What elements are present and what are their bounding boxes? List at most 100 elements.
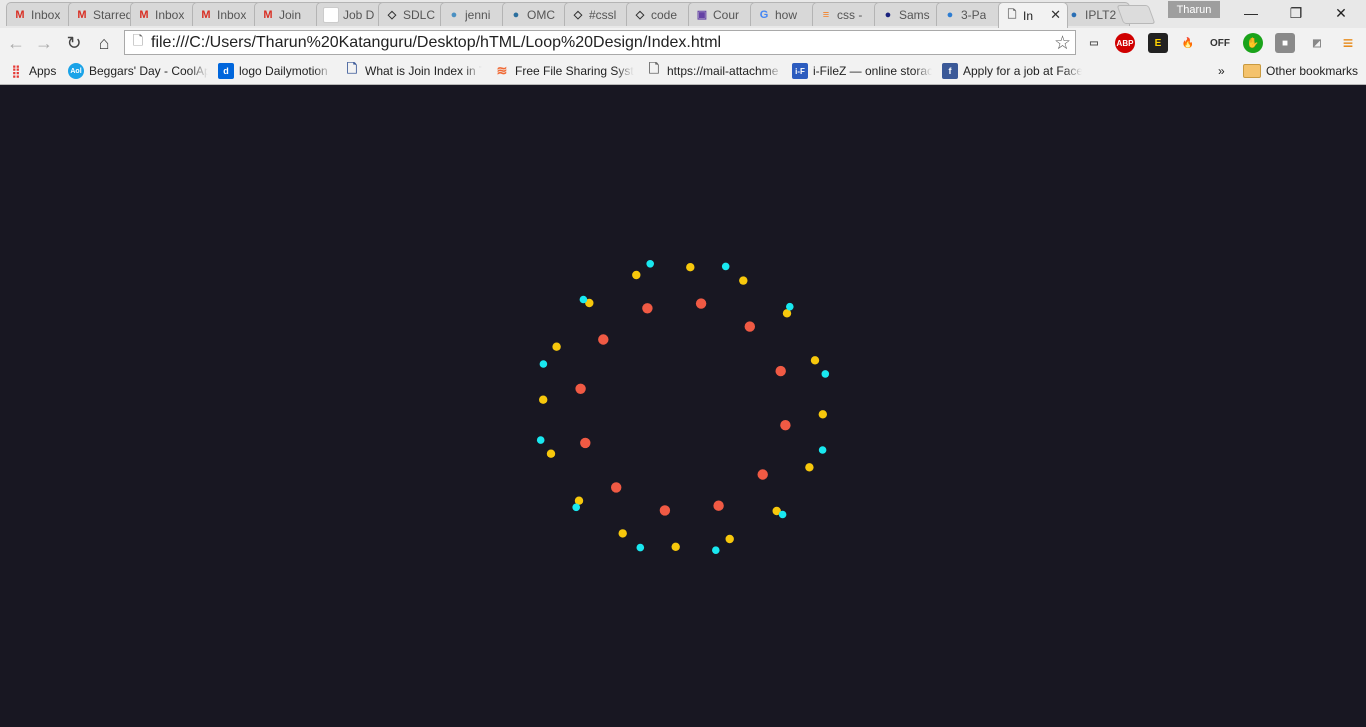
cyan-dot (778, 510, 787, 519)
tab-10[interactable]: ◇ code (626, 2, 696, 26)
browser-chrome: M Inbox M Starred M Inbox M Inbox M Join Job D ◇ SDL… (0, 0, 1366, 85)
tab-title: Inbox (31, 7, 61, 22)
red-dot (611, 482, 622, 493)
menu-icon[interactable]: ≡ (1338, 33, 1358, 53)
tab-title: how (775, 7, 798, 22)
adblock-plus-icon[interactable]: ABP (1115, 33, 1135, 53)
bookmarks-overflow-button[interactable]: » (1218, 62, 1225, 80)
page-icon: 🗋 (648, 62, 660, 76)
tab-3[interactable]: M Inbox (192, 2, 262, 26)
restore-window-button[interactable]: ❐ (1273, 0, 1319, 26)
minimize-window-button[interactable]: — (1228, 0, 1274, 26)
yellow-dot (618, 529, 627, 538)
cyan-dot (786, 302, 794, 311)
tab-14[interactable]: ● Sams (874, 2, 944, 26)
facebook-icon: f (942, 63, 958, 79)
label-fade (1064, 62, 1082, 80)
tab-title: jenni (465, 7, 491, 22)
tab-16[interactable]: 🗋 In ✕ (998, 2, 1068, 28)
red-dot (757, 469, 768, 480)
url-text[interactable]: file:///C:/Users/Tharun%20Katanguru/Desk… (151, 34, 721, 52)
jenkins-icon: ● (450, 8, 458, 21)
reload-button[interactable]: ↻ (62, 31, 86, 55)
bookmark-item[interactable]: 🗋 What is Join Index in T (344, 62, 482, 80)
aol-icon: Aol (68, 63, 84, 79)
red-dot (775, 365, 786, 377)
new-tab-button[interactable] (1116, 5, 1156, 24)
bookmark-label: Apps (29, 64, 57, 78)
cyan-dot (721, 262, 730, 271)
tab-title: IPLT2 (1085, 7, 1117, 22)
yellow-dot (671, 542, 680, 551)
browser-toolbar: ← → ↻ ⌂ 🗋 file:///C:/Users/Tharun%20Kata… (0, 28, 1366, 58)
yellow-dot (725, 534, 734, 544)
address-bar[interactable]: 🗋 file:///C:/Users/Tharun%20Katanguru/De… (124, 30, 1076, 55)
yellow-dot (632, 270, 641, 280)
red-dot (744, 321, 755, 332)
tab-title: 3-Pa (961, 7, 987, 22)
tab-13[interactable]: ≡ css - (812, 2, 882, 26)
tab-title: SDLC (403, 7, 436, 22)
bookmark-item[interactable]: ≋ Free File Sharing Syste (494, 62, 634, 80)
stackoverflow-icon: ≡ (822, 8, 830, 21)
fire-icon[interactable]: 🔥 (1178, 33, 1198, 53)
tab-12[interactable]: Ghow (750, 2, 820, 26)
cyan-dot (712, 546, 720, 554)
tab-0[interactable]: M Inbox (6, 2, 76, 26)
cyan-dot (821, 370, 830, 378)
bookmark-item[interactable]: i-F i-FileZ — online storac (792, 62, 932, 80)
extension-badge-icon[interactable]: E (1148, 33, 1168, 53)
bookmark-item[interactable]: ⣿ Apps (8, 62, 58, 80)
off-icon[interactable]: OFF (1210, 33, 1230, 53)
close-window-button[interactable]: ✕ (1318, 0, 1364, 26)
tab-5[interactable]: Job D (316, 2, 386, 26)
slash-icon[interactable]: ◩ (1307, 33, 1327, 53)
tab-15[interactable]: ● 3-Pa (936, 2, 1006, 26)
document-icon: 🗋 (346, 62, 358, 76)
bookmark-item[interactable]: 🗋 https://mail-attachme (646, 62, 782, 80)
cyan-dot (539, 360, 548, 368)
tab-2[interactable]: M Inbox (130, 2, 200, 26)
page-icon: 🗋 (132, 32, 144, 48)
page-icon: 🗋 (1007, 9, 1017, 21)
codepen-icon: ◇ (573, 9, 583, 21)
yellow-dot (686, 263, 695, 272)
tab-6[interactable]: ◇ SDLC (378, 2, 448, 26)
blank-page-icon (323, 6, 339, 23)
red-dot (659, 505, 671, 516)
profile-button[interactable]: Tharun (1168, 1, 1220, 18)
cyan-dot (579, 295, 588, 304)
cyan-dot (636, 543, 645, 552)
cyan-dot (572, 503, 580, 512)
loop-design-canvas (536, 260, 830, 554)
tab-4[interactable]: M Join (254, 2, 324, 26)
tab-9[interactable]: ◇ #cssl (564, 2, 634, 26)
tab-11[interactable]: ▣ Cour (688, 2, 758, 26)
bookmark-item[interactable]: f Apply for a job at Face (942, 62, 1082, 80)
label-fade (314, 62, 332, 80)
codepen-icon: ◇ (387, 9, 397, 21)
cast-icon[interactable]: ▭ (1084, 33, 1104, 53)
cyan-dot (536, 436, 545, 444)
bookmark-star-icon[interactable]: ☆ (1054, 32, 1071, 55)
tab-8[interactable]: ● OMC (502, 2, 572, 26)
other-bookmarks-button[interactable]: Other bookmarks (1243, 62, 1358, 80)
red-dot (575, 383, 586, 394)
back-button[interactable]: ← (4, 31, 28, 55)
square-icon[interactable]: ■ (1275, 33, 1295, 53)
hand-icon[interactable]: ✋ (1243, 33, 1263, 53)
yellow-dot (739, 276, 748, 285)
ifilez-icon: i-F (792, 63, 808, 79)
bookmark-item[interactable]: Aol Beggars' Day - CoolAp (68, 62, 208, 80)
bookmark-item[interactable]: d logo Dailymotion (218, 62, 332, 80)
codepen-icon: ◇ (635, 9, 645, 21)
red-dot (642, 303, 653, 314)
forward-button[interactable]: → (32, 31, 56, 55)
tab-1[interactable]: M Starred (68, 2, 138, 26)
yellow-dot (539, 395, 548, 404)
wiki-icon: ● (512, 8, 520, 21)
home-button[interactable]: ⌂ (92, 31, 116, 55)
tab-close-icon[interactable]: ✕ (1050, 7, 1061, 23)
tab-title: #cssl (589, 7, 617, 22)
tab-7[interactable]: ● jenni (440, 2, 510, 26)
